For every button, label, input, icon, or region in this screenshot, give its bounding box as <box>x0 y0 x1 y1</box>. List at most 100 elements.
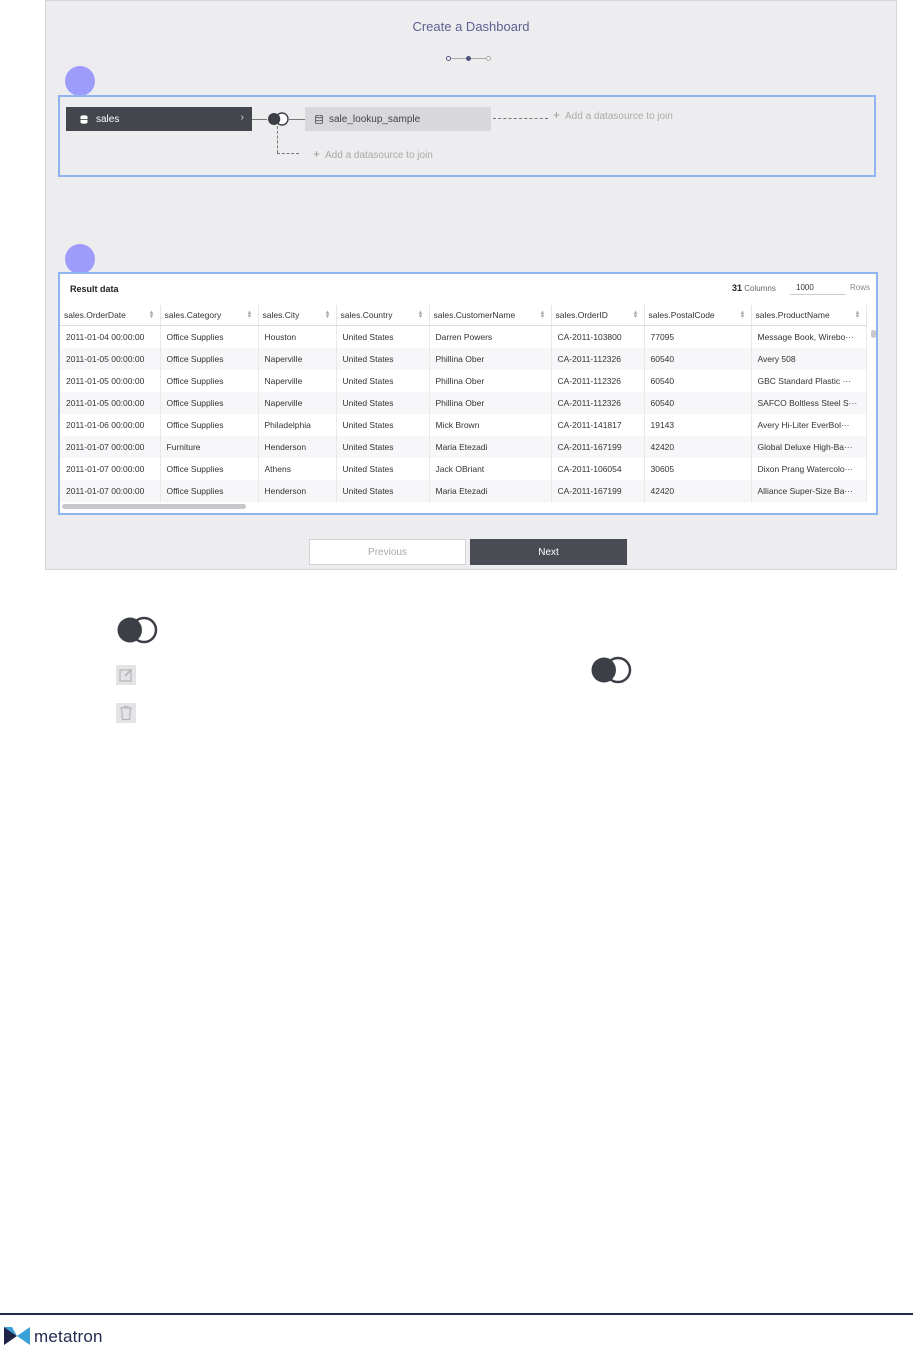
column-header[interactable]: sales.PostalCode ▲ ▼ <box>644 305 752 326</box>
sort-icon[interactable]: ▲ ▼ <box>633 310 639 320</box>
table-cell: United States <box>336 370 430 392</box>
table-cell: Global Deluxe High-Ba··· <box>751 436 867 458</box>
table-cell: Athens <box>258 458 337 480</box>
joined-datasource-label: sale_lookup_sample <box>329 113 421 125</box>
column-header-label: sales.Country <box>340 310 393 320</box>
table-cell: CA-2011-167199 <box>551 436 645 458</box>
column-header-label: sales.City <box>262 310 300 320</box>
table-cell: Office Supplies <box>160 348 259 370</box>
sort-icon[interactable]: ▲ ▼ <box>855 310 861 320</box>
step-indicator <box>446 55 496 65</box>
table-cell: CA-2011-106054 <box>551 458 645 480</box>
table-body: 2011-01-04 00:00:00 Office Supplies Housto… <box>60 325 867 502</box>
result-data-panel: Result data 31 Columns Rows sales.OrderD… <box>58 272 878 515</box>
inner-join-icon <box>117 616 158 644</box>
table-cell: CA-2011-103800 <box>551 325 645 348</box>
table-cell: Avery 508 <box>751 348 867 370</box>
table-cell: Maria Etezadi <box>429 480 552 502</box>
table-row[interactable]: 2011-01-05 00:00:00 Office Supplies Naperv… <box>60 348 867 370</box>
inner-join-icon[interactable] <box>267 112 289 126</box>
sort-icon[interactable]: ▲ ▼ <box>418 310 424 320</box>
table-cell: 30605 <box>644 458 752 480</box>
table-cell: Phillina Ober <box>429 392 552 414</box>
table-row[interactable]: 2011-01-07 00:00:00 Office Supplies Hender… <box>60 480 867 502</box>
horizontal-scrollbar[interactable] <box>62 504 246 509</box>
callout-marker-2 <box>65 244 95 274</box>
table-header-row: sales.OrderDate ▲ ▼ sales.Category ▲ ▼ sales.C… <box>60 305 867 326</box>
table-cell: CA-2011-112326 <box>551 348 645 370</box>
table-cell: CA-2011-167199 <box>551 480 645 502</box>
column-header[interactable]: sales.Country ▲ ▼ <box>336 305 430 326</box>
table-cell: Naperville <box>258 370 337 392</box>
sort-icon[interactable]: ▲ ▼ <box>740 310 746 320</box>
sort-icon[interactable]: ▲ ▼ <box>247 310 253 320</box>
table-cell: Avery Hi-Liter EverBol··· <box>751 414 867 436</box>
vertical-scrollbar[interactable] <box>871 330 876 338</box>
result-title: Result data <box>70 284 119 294</box>
chevron-right-icon: › <box>240 112 244 123</box>
columns-count: 31 Columns <box>732 283 776 293</box>
table-cell: Maria Etezadi <box>429 436 552 458</box>
database-icon <box>315 114 323 124</box>
database-icon <box>80 114 88 124</box>
table-cell: Office Supplies <box>160 325 259 348</box>
table-cell: 60540 <box>644 370 752 392</box>
next-button[interactable]: Next <box>470 539 627 565</box>
table-cell: 2011-01-06 00:00:00 <box>60 414 161 436</box>
table-cell: 2011-01-07 00:00:00 <box>60 436 161 458</box>
callout-marker-1 <box>65 66 95 96</box>
table-row[interactable]: 2011-01-05 00:00:00 Office Supplies Naperv… <box>60 392 867 414</box>
table-cell: SAFCO Boltless Steel S··· <box>751 392 867 414</box>
table-cell: Mick Brown <box>429 414 552 436</box>
table-cell: Office Supplies <box>160 480 259 502</box>
table-cell: Dixon Prang Watercolo··· <box>751 458 867 480</box>
table-cell: 77095 <box>644 325 752 348</box>
table-cell: Office Supplies <box>160 370 259 392</box>
add-datasource-label: Add a datasource to join <box>325 150 433 161</box>
rows-input[interactable] <box>790 281 846 295</box>
column-header-label: sales.Category <box>164 310 222 320</box>
step-3-dot <box>486 56 491 61</box>
plus-icon: + <box>553 108 561 122</box>
table-cell: United States <box>336 348 430 370</box>
column-header[interactable]: sales.City ▲ ▼ <box>258 305 337 326</box>
rows-label: Rows <box>850 283 871 292</box>
sort-icon[interactable]: ▲ ▼ <box>325 310 331 320</box>
table-row[interactable]: 2011-01-06 00:00:00 Office Supplies Philad… <box>60 414 867 436</box>
main-datasource[interactable]: sales › <box>66 107 252 131</box>
table-row[interactable]: 2011-01-07 00:00:00 Furniture Henderson Uni… <box>60 436 867 458</box>
sort-icon[interactable]: ▲ ▼ <box>149 310 155 320</box>
add-datasource-link[interactable]: + Add a datasource to join <box>553 108 673 122</box>
table-cell: United States <box>336 480 430 502</box>
table-cell: United States <box>336 325 430 348</box>
brand-name: metatron <box>34 1327 103 1346</box>
edit-icon <box>116 665 136 685</box>
table-cell: 42420 <box>644 436 752 458</box>
sort-icon[interactable]: ▲ ▼ <box>540 310 546 320</box>
table-cell: 19143 <box>644 414 752 436</box>
table-row[interactable]: 2011-01-04 00:00:00 Office Supplies Housto… <box>60 325 867 348</box>
table-cell: 2011-01-07 00:00:00 <box>60 458 161 480</box>
table-cell: GBC Standard Plastic ··· <box>751 370 867 392</box>
column-header[interactable]: sales.ProductName ▲ ▼ <box>751 305 867 326</box>
join-panel: sales › sale_lookup_sample + Add a dataso… <box>58 95 876 177</box>
table-row[interactable]: 2011-01-07 00:00:00 Office Supplies Athens… <box>60 458 867 480</box>
result-table: sales.OrderDate ▲ ▼ sales.Category ▲ ▼ sales.C… <box>60 305 867 502</box>
dialog-title: Create a Dashboard <box>412 19 530 34</box>
table-cell: CA-2011-112326 <box>551 370 645 392</box>
column-header[interactable]: sales.OrderID ▲ ▼ <box>551 305 645 326</box>
table-cell: Office Supplies <box>160 458 259 480</box>
column-header-label: sales.ProductName <box>755 310 830 320</box>
previous-button[interactable]: Previous <box>309 539 466 565</box>
table-cell: Jack OBriant <box>429 458 552 480</box>
step-1-dot <box>446 56 451 61</box>
column-header[interactable]: sales.CustomerName ▲ ▼ <box>429 305 552 326</box>
column-header[interactable]: sales.OrderDate ▲ ▼ <box>60 305 161 326</box>
joined-datasource[interactable]: sale_lookup_sample <box>305 107 491 131</box>
main-datasource-label: sales <box>96 113 120 125</box>
column-header[interactable]: sales.Category ▲ ▼ <box>160 305 259 326</box>
table-row[interactable]: 2011-01-05 00:00:00 Office Supplies Naperv… <box>60 370 867 392</box>
add-datasource-link[interactable]: + Add a datasource to join <box>313 147 433 161</box>
columns-count-label: Columns <box>744 284 776 293</box>
column-header-label: sales.OrderID <box>555 310 608 320</box>
